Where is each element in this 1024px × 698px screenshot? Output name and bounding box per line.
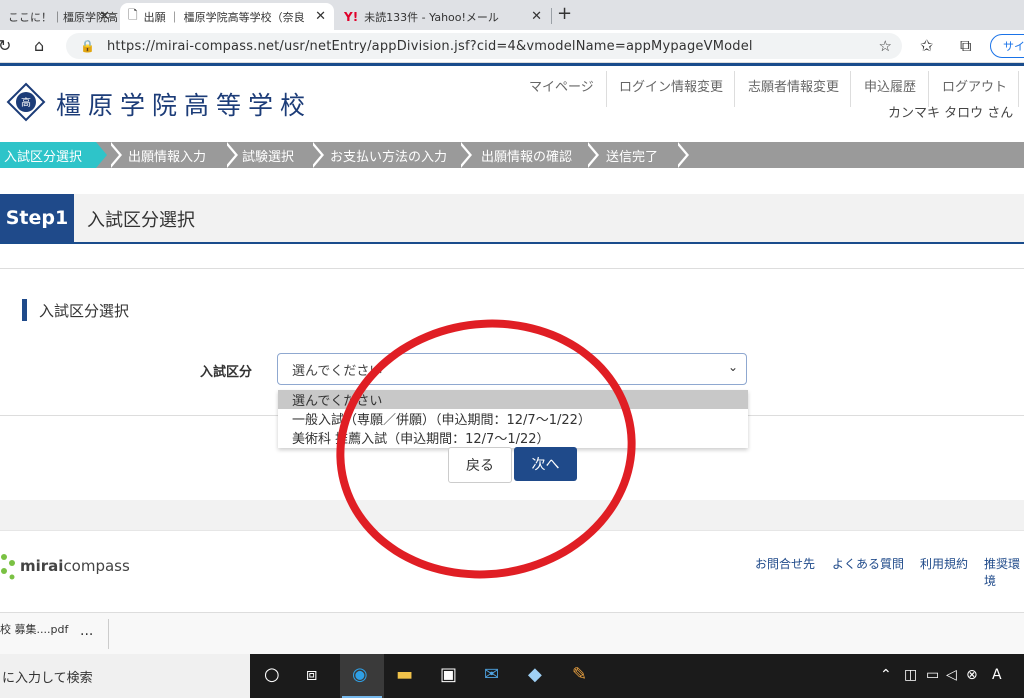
search-placeholder: に入力して検索 (2, 670, 93, 686)
browser-tab-3[interactable]: Y! 未読133件 - Yahoo!メール ✕ (336, 3, 550, 30)
app-icon[interactable]: ◆ (528, 664, 542, 685)
footer-link-environment[interactable]: 推奨環境 (984, 555, 1024, 589)
edge-icon[interactable]: ◉ (352, 664, 368, 685)
step-chevron (585, 142, 596, 168)
school-emblem-icon: 高 (6, 82, 46, 122)
school-name: 橿原学院高等学校 (56, 91, 313, 120)
tab-title: 未読133件 - Yahoo!メール (364, 10, 499, 24)
nav-applicant-info[interactable]: 志願者情報変更 (748, 76, 839, 95)
active-step-arrow (96, 142, 107, 168)
battery-icon[interactable]: ▭ (926, 667, 939, 683)
download-file[interactable]: 校 募集....pdf (0, 621, 68, 637)
file-explorer-icon[interactable]: ▬ (396, 664, 413, 685)
logo-text-light: compass (63, 557, 130, 575)
division-select[interactable]: 選んでください ⌄ (277, 353, 747, 385)
close-icon[interactable]: ✕ (99, 9, 110, 24)
site-header: 高 橿原学院高等学校 マイページ ログイン情報変更 志願者情報変更 申込履歴 ロ… (0, 66, 1024, 138)
step-chevron (675, 142, 686, 168)
signin-label: サイ (1003, 40, 1024, 53)
nav-divider (734, 71, 735, 107)
back-button[interactable]: 戻る (448, 447, 512, 483)
nav-divider (606, 71, 607, 107)
close-icon[interactable]: ✕ (311, 9, 326, 24)
footer-spacer (0, 500, 1024, 530)
nav-history[interactable]: 申込履歴 (864, 76, 916, 95)
nav-divider (850, 71, 851, 107)
taskbar-search[interactable]: に入力して検索 (0, 654, 250, 698)
download-divider (108, 619, 109, 649)
option-art-recommend[interactable]: 美術科 推薦入試（申込期間：12/7～1/22） (278, 428, 748, 447)
lock-icon: 🔒 (80, 39, 95, 53)
step-confirm: 出願情報の確認 (481, 149, 573, 165)
footer-link-terms[interactable]: 利用規約 (920, 555, 968, 572)
paint-icon[interactable]: ✎ (572, 664, 587, 685)
site-footer: miraicompass お問合せ先 よくある質問 利用規約 推奨環境 (0, 530, 1024, 611)
store-icon[interactable]: ▣ (440, 664, 457, 685)
close-icon[interactable]: ✕ (531, 9, 542, 24)
nav-mypage[interactable]: マイページ (529, 76, 594, 95)
option-placeholder[interactable]: 選んでください (278, 390, 748, 409)
section-title: 入試区分選択 (39, 302, 130, 320)
chevron-up-icon[interactable]: ⌃ (880, 667, 892, 683)
document-icon: 🗋 (128, 8, 138, 22)
volume-icon[interactable]: ◁ (946, 667, 957, 683)
nav-logout[interactable]: ログアウト (942, 76, 1007, 95)
logo-text-bold: mirai (20, 557, 64, 575)
svg-text:高: 高 (21, 96, 31, 109)
step-payment: お支払い方法の入力 (330, 149, 448, 165)
progress-steps: 入試区分選択 出願情報入力 試験選択 お支払い方法の入力 出願情報の確認 送信完… (0, 142, 1024, 168)
more-icon[interactable]: ... (80, 623, 93, 639)
favorite-star-icon[interactable]: ☆ (879, 37, 892, 55)
footer-link-contact[interactable]: お問合せ先 (755, 555, 815, 572)
option-general-exam[interactable]: 一般入試（専願／併願）（申込期間：12/7～1/22） (278, 409, 748, 428)
task-view-icon[interactable]: ⧈ (306, 664, 317, 685)
cortana-icon[interactable]: ○ (264, 664, 280, 685)
step-heading: Step1 入試区分選択 (0, 194, 1024, 244)
step-badge: Step1 (0, 194, 74, 242)
windows-taskbar: に入力して検索 ○ ⧈ ◉ ▬ ▣ ✉ ◆ ✎ ⌃ ◫ ▭ ◁ ⊗ A (0, 654, 1024, 698)
step-chevron (310, 142, 321, 168)
step-chevron (458, 142, 469, 168)
browser-tab-2[interactable]: 🗋 出願 ｜ 橿原学院高等学校（奈良 ✕ (120, 3, 334, 30)
user-name: カンマキ タロウ さん (888, 106, 1014, 121)
browser-tab-strip: ここに！｜橿原学院高 ✕ 🗋 出願 ｜ 橿原学院高等学校（奈良 ✕ Y! 未読1… (0, 0, 1024, 30)
url-field[interactable]: 🔒 https://mirai-compass.net/usr/netEntry… (66, 33, 902, 59)
footer-link-faq[interactable]: よくある質問 (832, 555, 904, 572)
favorites-icon[interactable]: ✩ (920, 36, 933, 55)
collections-icon[interactable]: ⧉ (960, 36, 971, 56)
tab-divider (551, 8, 552, 24)
mail-icon[interactable]: ✉ (484, 664, 499, 685)
step-chevron (108, 142, 119, 168)
home-icon[interactable]: ⌂ (34, 36, 44, 55)
chevron-down-icon: ⌄ (727, 360, 738, 374)
step-info-input: 出願情報入力 (128, 149, 207, 165)
browser-tab-1[interactable]: ここに！｜橿原学院高 ✕ (0, 3, 118, 30)
miraicompass-logo-icon (1, 554, 15, 580)
step-division-select: 入試区分選択 (4, 149, 83, 165)
nav-login-info[interactable]: ログイン情報変更 (619, 76, 723, 95)
next-button[interactable]: 次へ (514, 447, 577, 481)
nav-divider (1018, 71, 1019, 107)
new-tab-button[interactable]: + (557, 3, 572, 24)
tab-title: 出願 ｜ 橿原学院高等学校（奈良 (143, 10, 305, 24)
step-exam-select: 試験選択 (242, 149, 295, 165)
download-bar: 校 募集....pdf ... (0, 612, 1024, 655)
ime-icon[interactable]: A (992, 667, 1002, 683)
yahoo-icon: Y! (344, 9, 359, 24)
select-value: 選んでください (292, 363, 383, 379)
device-icon[interactable]: ◫ (904, 667, 917, 683)
section-marker (22, 299, 27, 321)
step-title: 入試区分選択 (87, 210, 195, 231)
network-off-icon[interactable]: ⊗ (966, 667, 978, 683)
division-label: 入試区分 (200, 365, 253, 380)
miraicompass-logo: miraicompass (20, 557, 130, 575)
division-dropdown-list: 選んでください 一般入試（専願／併願）（申込期間：12/7～1/22） 美術科 … (278, 390, 748, 448)
url-text: https://mirai-compass.net/usr/netEntry/a… (106, 38, 753, 54)
signin-button[interactable]: サイ (990, 34, 1024, 58)
step-chevron (224, 142, 235, 168)
address-bar-row: ↻ ⌂ 🔒 https://mirai-compass.net/usr/netE… (0, 30, 1024, 63)
step-complete: 送信完了 (606, 149, 659, 165)
refresh-icon[interactable]: ↻ (0, 36, 11, 55)
